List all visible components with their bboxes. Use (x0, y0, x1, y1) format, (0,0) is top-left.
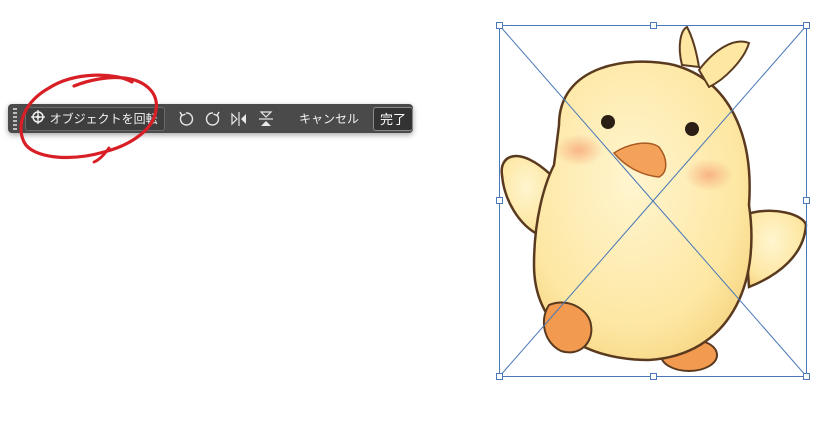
done-button[interactable]: 完了 (373, 106, 414, 131)
handle-middle-left[interactable] (496, 197, 503, 204)
drag-handle[interactable] (11, 107, 19, 130)
cancel-button[interactable]: キャンセル (293, 108, 365, 130)
handle-middle-right[interactable] (803, 197, 810, 204)
chick-image[interactable] (499, 25, 809, 377)
handle-bottom-center[interactable] (650, 373, 657, 380)
rotate-right-icon[interactable] (199, 107, 226, 131)
rotate-object-icon (30, 109, 46, 128)
handle-bottom-left[interactable] (496, 373, 503, 380)
flip-horizontal-icon[interactable] (226, 107, 253, 131)
rotate-object-label: オブジェクトを回転 (49, 112, 158, 126)
rotate-object-button[interactable]: オブジェクトを回転 (24, 106, 165, 131)
handle-top-right[interactable] (803, 22, 810, 29)
handle-top-center[interactable] (650, 22, 657, 29)
handle-top-left[interactable] (496, 22, 503, 29)
flip-vertical-icon[interactable] (252, 107, 279, 131)
rotate-left-icon[interactable] (173, 107, 200, 131)
transform-toolbar: オブジェクトを回転 キャンセル 完了 (8, 104, 414, 133)
handle-bottom-right[interactable] (803, 373, 810, 380)
